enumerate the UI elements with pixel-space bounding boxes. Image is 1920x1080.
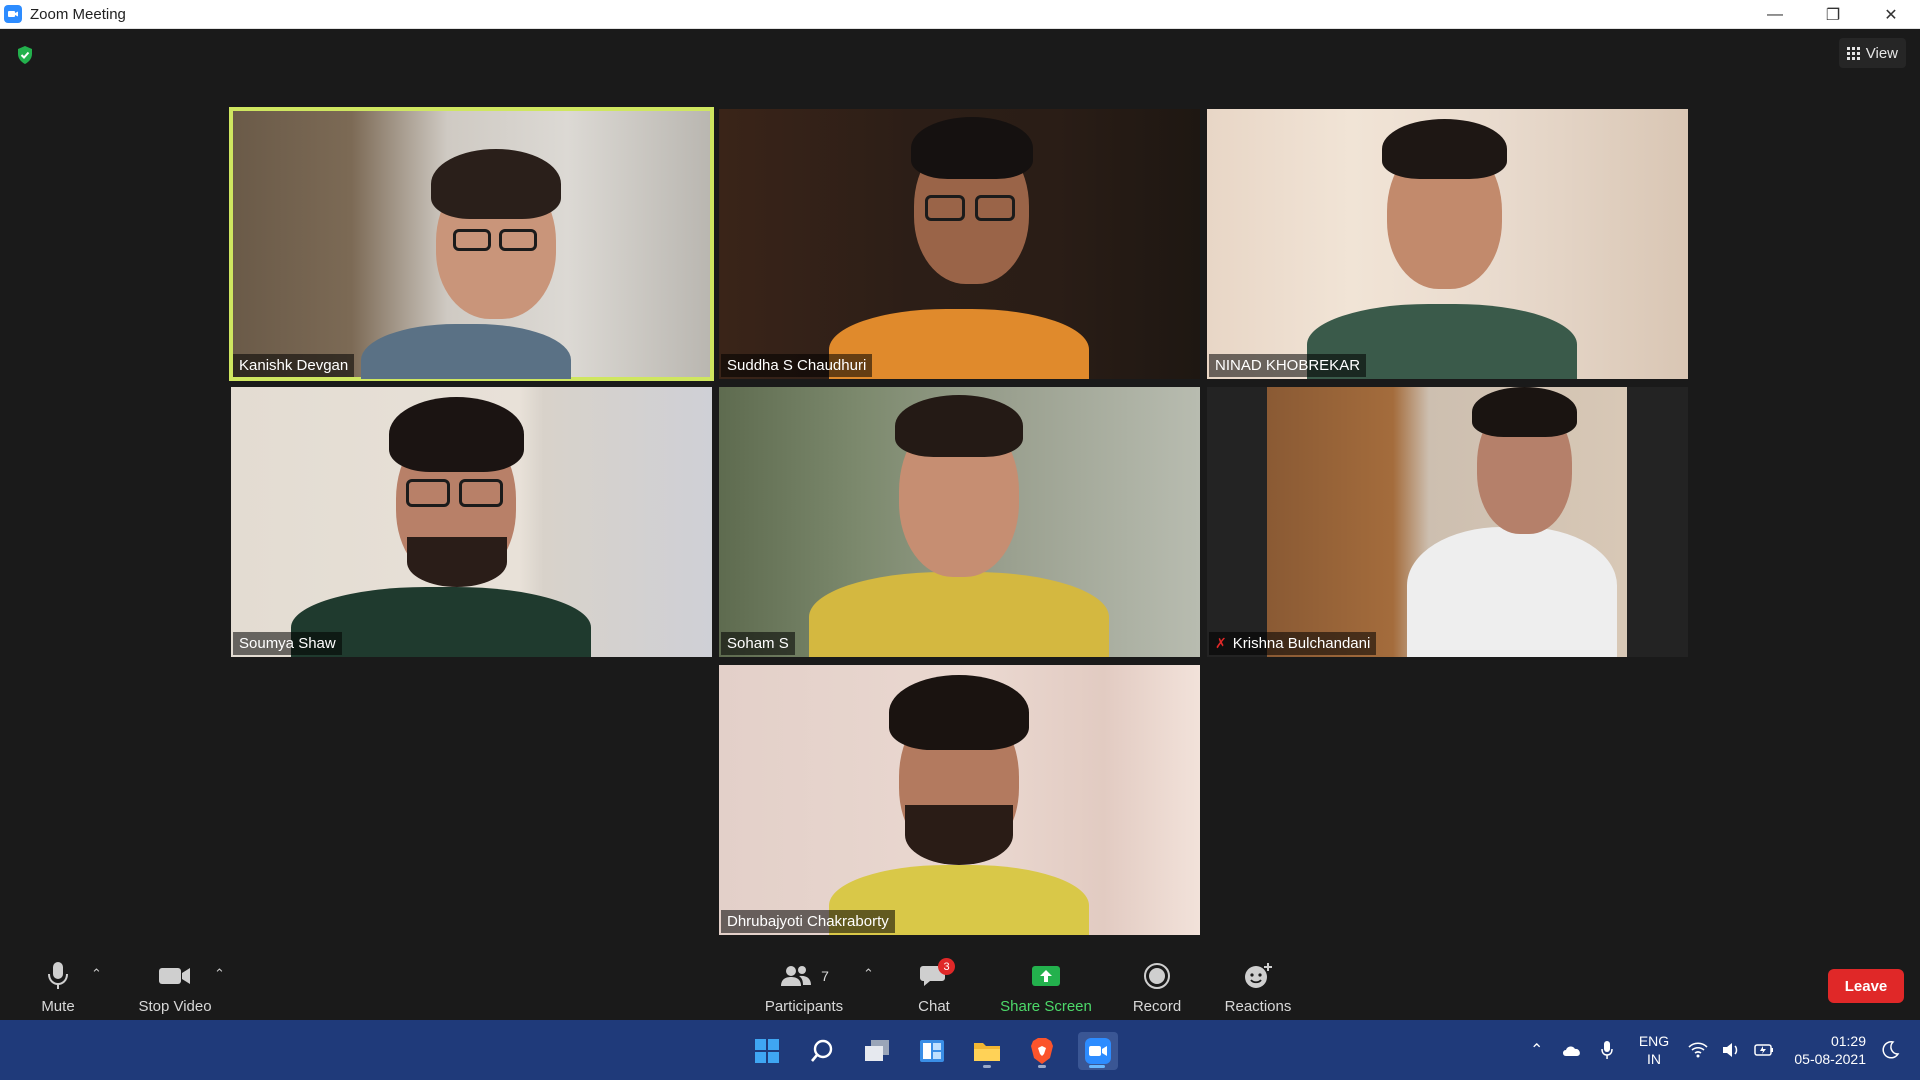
chat-button[interactable]: 3 Chat — [914, 950, 955, 1020]
participant-video — [1267, 387, 1627, 657]
participant-name-label: Kanishk Devgan — [233, 354, 355, 377]
video-camera-icon — [159, 968, 190, 984]
focus-assist-moon-icon[interactable] — [1880, 1040, 1900, 1060]
participants-button[interactable]: 7 Participants — [760, 950, 848, 1020]
participant-name-label: Dhrubajyoti Chakraborty — [721, 910, 895, 933]
zoom-icon[interactable] — [1078, 1032, 1118, 1070]
video-options-caret[interactable]: ⌃ — [214, 966, 225, 982]
start-icon[interactable] — [748, 1032, 786, 1070]
video-tile-ninad[interactable]: NINAD KHOBREKAR — [1207, 109, 1688, 379]
share-screen-button[interactable]: Share Screen — [1000, 950, 1092, 1020]
taskbar-clock[interactable]: 01:29 05-08-2021 — [1786, 1032, 1866, 1068]
minimize-button[interactable]: — — [1746, 0, 1804, 29]
grid-icon — [1846, 46, 1860, 60]
encryption-shield-icon[interactable] — [16, 45, 34, 65]
volume-icon[interactable] — [1722, 1042, 1740, 1058]
record-button[interactable]: Record — [1131, 950, 1183, 1020]
windows-taskbar: ⌃ ENG IN 01:29 05-08-2021 — [0, 1020, 1920, 1080]
record-icon — [1144, 963, 1170, 989]
participant-name-label: Soumya Shaw — [233, 632, 342, 655]
leave-button[interactable]: Leave — [1828, 969, 1904, 1003]
view-button[interactable]: View — [1838, 38, 1906, 68]
meeting-toolbar: Mute ⌃ Stop Video ⌃ 7 Participants ⌃ 3 C… — [0, 950, 1920, 1020]
window-title: Zoom Meeting — [30, 5, 126, 23]
onedrive-cloud-icon[interactable] — [1561, 1043, 1583, 1057]
microphone-icon — [48, 962, 68, 989]
file-explorer-icon[interactable] — [968, 1032, 1006, 1070]
video-tile-dhrubajyoti[interactable]: Dhrubajyoti Chakraborty — [719, 665, 1200, 935]
brave-browser-icon[interactable] — [1023, 1032, 1061, 1070]
battery-icon[interactable] — [1754, 1043, 1774, 1057]
close-button[interactable]: ✕ — [1862, 0, 1920, 29]
video-tile-kanishk[interactable]: Kanishk Devgan — [229, 107, 714, 381]
reactions-icon — [1245, 963, 1272, 988]
show-hidden-icons-caret[interactable]: ⌃ — [1530, 1040, 1543, 1060]
share-screen-icon — [1032, 966, 1060, 986]
task-view-icon[interactable] — [858, 1032, 896, 1070]
stop-video-button[interactable]: Stop Video — [130, 950, 220, 1020]
chat-unread-badge: 3 — [938, 958, 955, 975]
video-tile-suddha[interactable]: Suddha S Chaudhuri — [719, 109, 1200, 379]
participants-icon — [781, 966, 812, 986]
view-label: View — [1865, 44, 1898, 62]
muted-mic-icon: ✗ — [1215, 635, 1227, 651]
participant-name-label: NINAD KHOBREKAR — [1209, 354, 1367, 377]
window-titlebar: Zoom Meeting — ❐ ✕ — [0, 0, 1920, 29]
reactions-button[interactable]: Reactions — [1223, 950, 1293, 1020]
search-icon[interactable] — [803, 1032, 841, 1070]
widgets-icon[interactable] — [913, 1032, 951, 1070]
video-tile-soham[interactable]: Soham S — [719, 387, 1200, 657]
wifi-icon[interactable] — [1688, 1042, 1708, 1058]
participants-count: 7 — [821, 968, 829, 984]
participants-options-caret[interactable]: ⌃ — [863, 966, 874, 982]
meeting-area: View Kanishk Devgan Suddha S Chaudhuri N… — [0, 29, 1920, 1021]
participant-name-label: Suddha S Chaudhuri — [721, 354, 873, 377]
participant-name-label: Soham S — [721, 632, 795, 655]
restore-button[interactable]: ❐ — [1804, 0, 1862, 29]
mute-button[interactable]: Mute — [38, 950, 78, 1020]
microphone-tray-icon[interactable] — [1601, 1040, 1614, 1060]
participant-name-label: ✗ Krishna Bulchandani — [1209, 632, 1377, 655]
video-tile-soumya[interactable]: Soumya Shaw — [231, 387, 712, 657]
language-indicator[interactable]: ENG IN — [1636, 1032, 1672, 1068]
video-tile-krishna[interactable]: ✗ Krishna Bulchandani — [1207, 387, 1688, 657]
zoom-app-icon — [4, 5, 22, 23]
audio-options-caret[interactable]: ⌃ — [91, 966, 102, 982]
